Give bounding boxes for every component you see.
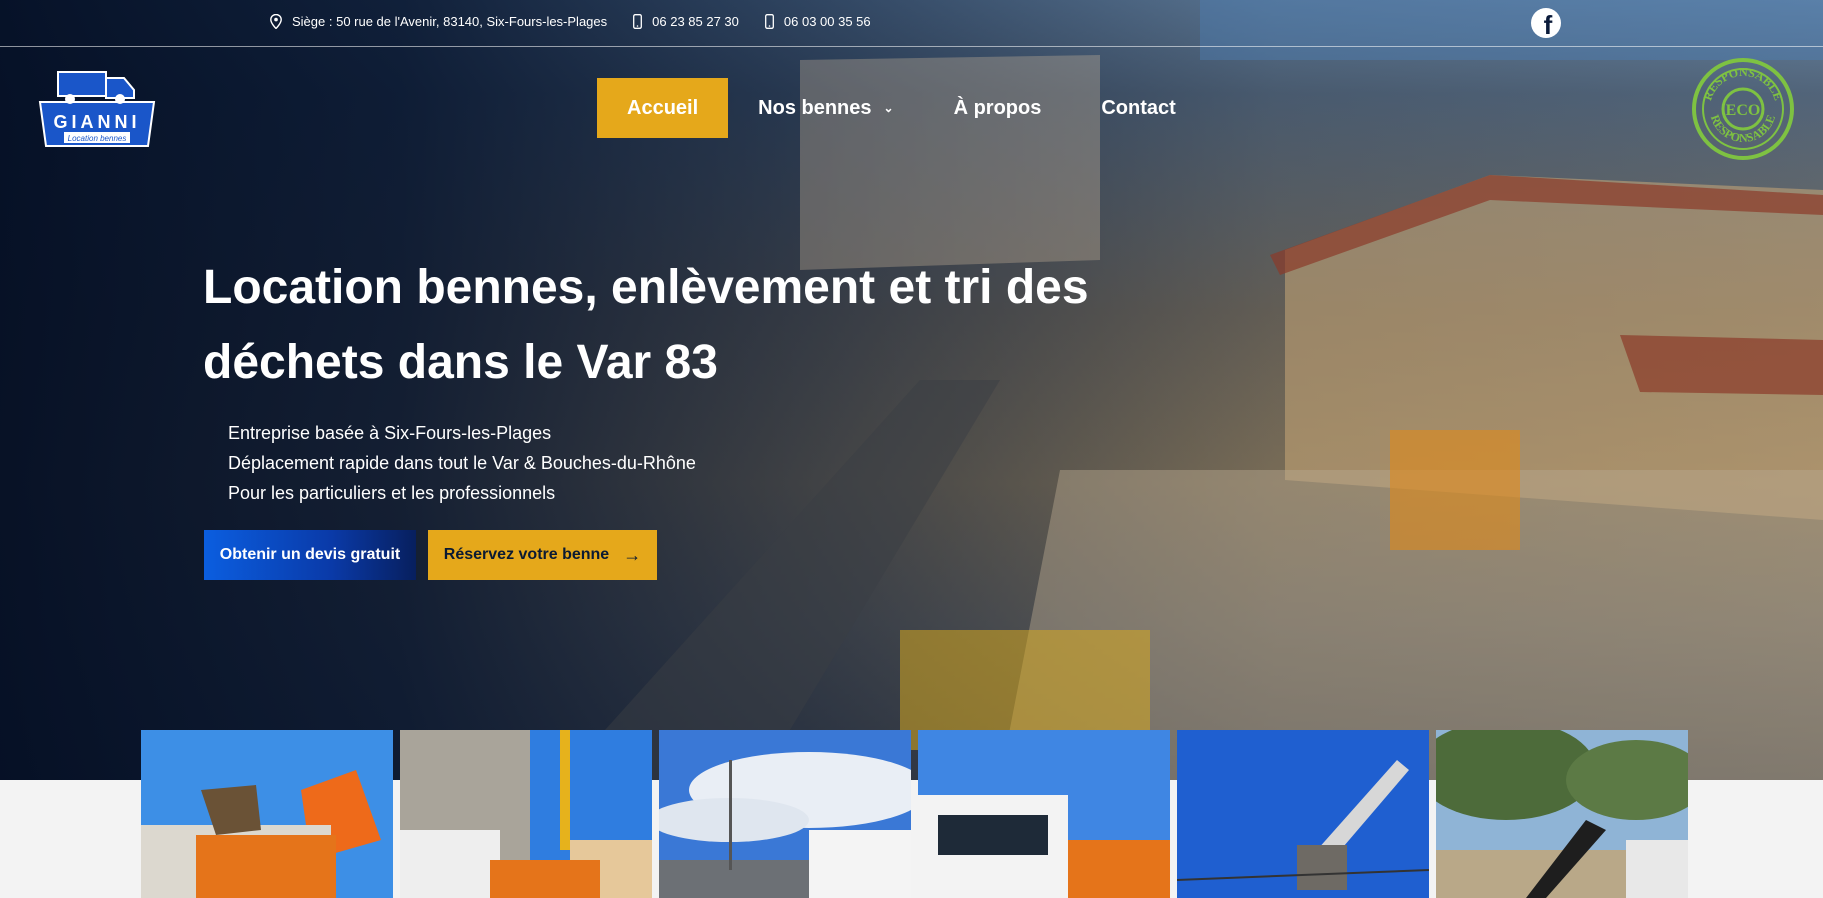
bullet-item: Pour les particuliers et les professionn… xyxy=(228,483,556,503)
location-pin-icon xyxy=(270,14,282,29)
gallery-photo-truck-loader[interactable] xyxy=(141,730,393,898)
nav-accueil[interactable]: Accueil xyxy=(597,78,729,138)
nav-contact[interactable]: Contact xyxy=(1071,78,1205,138)
photo-gallery xyxy=(141,730,1688,898)
chevron-down-icon: ⌄ xyxy=(883,101,894,115)
nav-nos-bennes[interactable]: Nos bennes ⌄ xyxy=(728,78,923,138)
nav-a-propos-label: À propos xyxy=(953,96,1042,119)
book-dumpster-label: Réservez votre benne xyxy=(443,546,610,563)
phone-number-1[interactable]: 06 23 85 27 30 xyxy=(652,14,739,29)
eco-responsable-badge: RESPONSABLE RESPONSABLE ECO xyxy=(1692,58,1794,160)
nav-contact-label: Contact xyxy=(1101,96,1176,119)
book-dumpster-button[interactable]: Réservez votre benne → xyxy=(428,530,657,580)
contact-info: Siège : 50 rue de l'Avenir, 83140, Six-F… xyxy=(270,14,897,29)
top-info-bar: Siège : 50 rue de l'Avenir, 83140, Six-F… xyxy=(0,0,1823,47)
hero-section: Siège : 50 rue de l'Avenir, 83140, Six-F… xyxy=(0,0,1823,780)
logo-name: GIANNI xyxy=(54,112,141,132)
facebook-icon[interactable]: f xyxy=(1531,8,1561,38)
phone-item-1[interactable]: 06 23 85 27 30 xyxy=(633,14,739,29)
address-text: Siège : 50 rue de l'Avenir, 83140, Six-F… xyxy=(292,14,608,29)
gallery-photo-truck-white-front[interactable] xyxy=(918,730,1170,898)
bullet-item: Déplacement rapide dans tout le Var & Bo… xyxy=(228,453,696,473)
gianni-logo[interactable]: GIANNI Location bennes xyxy=(36,66,158,150)
address-item: Siège : 50 rue de l'Avenir, 83140, Six-F… xyxy=(270,14,607,29)
logo-tagline: Location bennes xyxy=(68,134,127,143)
arrow-right-icon: → xyxy=(623,544,642,565)
nav-nos-bennes-label: Nos bennes xyxy=(758,96,872,119)
get-free-quote-button[interactable]: Obtenir un devis gratuit xyxy=(204,530,416,580)
gallery-photo-truck-cloudy-sky[interactable] xyxy=(659,730,911,898)
get-free-quote-label: Obtenir un devis gratuit xyxy=(219,546,401,563)
phone-number-2[interactable]: 06 03 00 35 56 xyxy=(784,14,871,29)
phone-icon xyxy=(764,14,774,29)
phone-item-2[interactable]: 06 03 00 35 56 xyxy=(764,14,871,29)
hero-title: Location bennes, enlèvement et tri des d… xyxy=(203,261,1089,389)
gallery-photo-excavator-trees[interactable] xyxy=(1436,730,1688,898)
main-navigation: Accueil Nos bennes ⌄ À propos Contact xyxy=(597,78,1206,138)
hero-bullets: Entreprise basée à Six-Fours-les-Plages … xyxy=(228,418,696,508)
gallery-photo-truck-crane[interactable] xyxy=(400,730,652,898)
nav-a-propos[interactable]: À propos xyxy=(924,78,1072,138)
nav-accueil-label: Accueil xyxy=(627,96,699,119)
gallery-photo-grapple-crane[interactable] xyxy=(1177,730,1429,898)
badge-center-text: ECO xyxy=(1726,102,1761,119)
bullet-item: Entreprise basée à Six-Fours-les-Plages xyxy=(228,423,552,443)
phone-icon xyxy=(633,14,643,29)
